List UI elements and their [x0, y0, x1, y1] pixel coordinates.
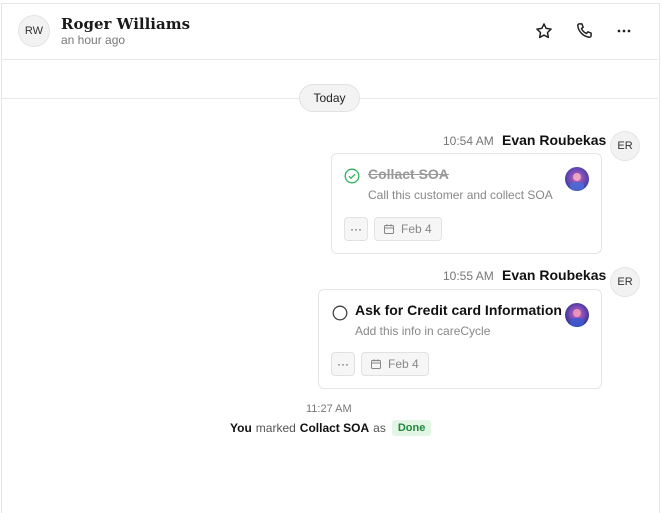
assignee-avatar[interactable]	[565, 167, 589, 191]
task-due-date[interactable]: Feb 4	[361, 352, 429, 376]
task-card[interactable]: Ask for Credit card Information Add this…	[318, 289, 602, 389]
star-icon	[536, 23, 552, 39]
more-horizontal-icon	[617, 29, 631, 33]
task-subtitle: Call this customer and collect SOA	[368, 188, 553, 202]
activity-event: You marked Collact SOA as Done	[230, 420, 432, 436]
task-due-date-label: Feb 4	[388, 357, 419, 371]
message-time: 10:54 AM	[443, 134, 494, 148]
empty-circle-icon[interactable]	[332, 305, 348, 321]
contact-name: Roger Williams	[61, 15, 191, 33]
assignee-avatar[interactable]	[565, 303, 589, 327]
status-badge: Done	[391, 420, 432, 436]
task-title: Collact SOA	[368, 166, 449, 182]
activity-preposition: as	[373, 421, 386, 435]
calendar-icon	[384, 224, 394, 234]
last-seen: an hour ago	[61, 33, 126, 47]
sender-avatar[interactable]: ER	[610, 131, 640, 161]
task-title: Ask for Credit card Information	[355, 302, 562, 318]
activity-time: 11:27 AM	[306, 403, 352, 415]
date-divider: Today	[299, 84, 360, 112]
task-due-date[interactable]: Feb 4	[374, 217, 442, 241]
star-button[interactable]	[534, 21, 554, 41]
calendar-icon	[371, 359, 381, 369]
activity-verb: marked	[255, 421, 296, 435]
task-more-button[interactable]: ···	[331, 352, 355, 376]
task-subtitle: Add this info in careCycle	[355, 324, 491, 338]
phone-icon	[577, 23, 592, 38]
check-circle-icon[interactable]	[344, 168, 360, 184]
message-time: 10:55 AM	[443, 269, 494, 283]
activity-task[interactable]: Collact SOA	[300, 421, 369, 435]
sender-avatar[interactable]: ER	[610, 267, 640, 297]
message-sender: Evan Roubekas	[502, 132, 607, 148]
call-button[interactable]	[574, 21, 594, 41]
task-card[interactable]: Collact SOA Call this customer and colle…	[331, 153, 602, 254]
chat-header: RW Roger Williams an hour ago	[2, 4, 658, 60]
more-options-button[interactable]	[614, 21, 634, 41]
task-due-date-label: Feb 4	[401, 222, 432, 236]
message-sender: Evan Roubekas	[502, 267, 607, 283]
contact-avatar[interactable]: RW	[18, 15, 50, 47]
activity-actor: You	[230, 421, 252, 435]
task-more-button[interactable]: ···	[344, 217, 368, 241]
